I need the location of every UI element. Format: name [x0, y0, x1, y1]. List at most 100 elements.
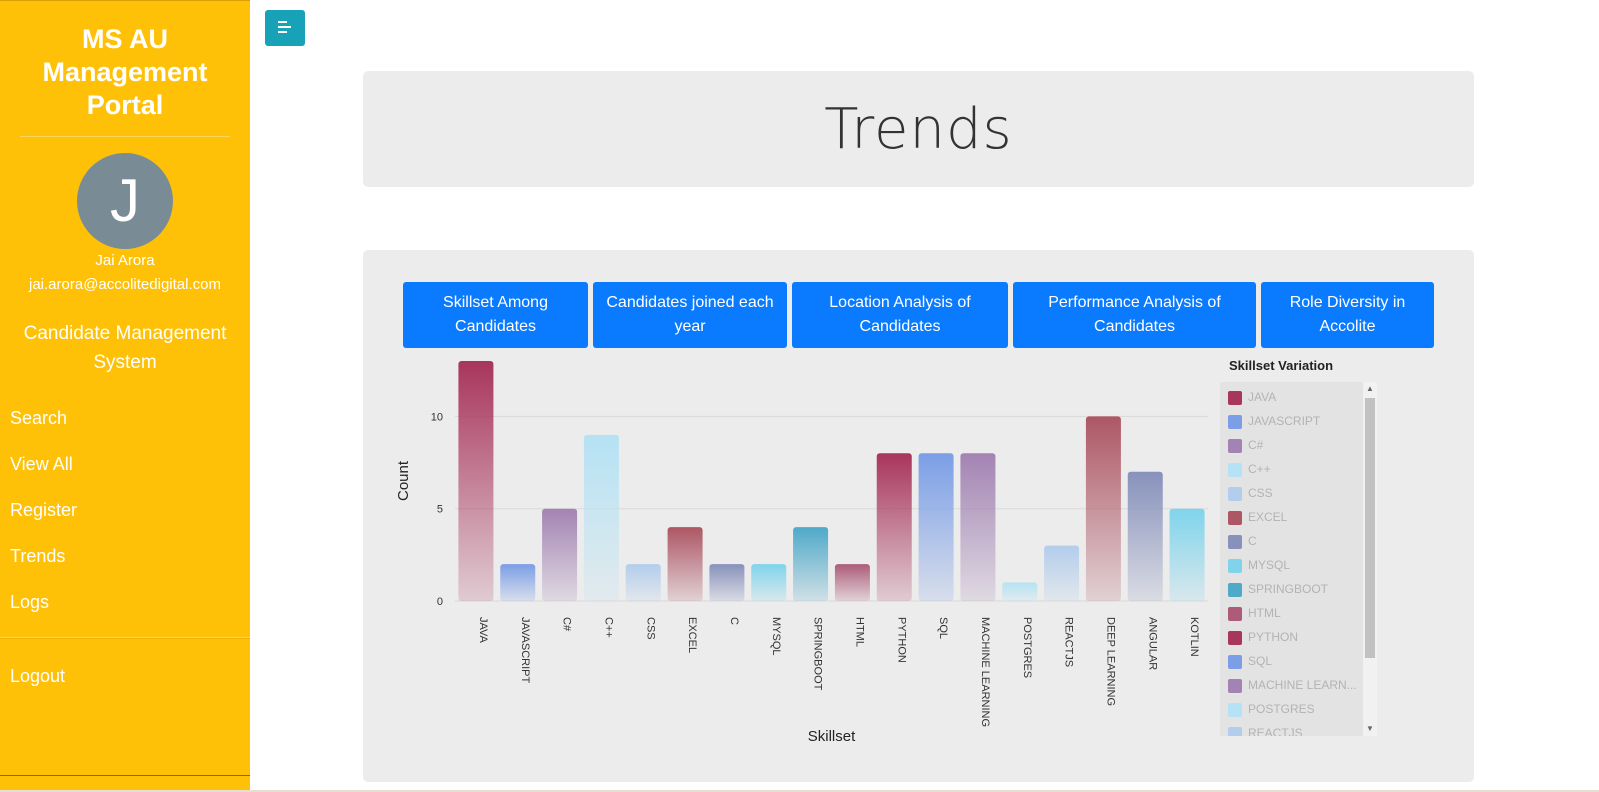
scroll-down-icon[interactable]: ▼	[1363, 722, 1377, 736]
legend-label: CSS	[1248, 486, 1273, 500]
x-tick-label: PYTHON	[895, 617, 907, 663]
legend-swatch	[1228, 463, 1242, 477]
page-header: Trends	[363, 71, 1474, 187]
bar-java[interactable]	[458, 361, 494, 601]
nav-item-register[interactable]: Register	[0, 487, 250, 533]
x-tick-label: POSTGRES	[1021, 617, 1033, 678]
sidebar-nav: Search View All Register Trends Logs	[0, 395, 250, 625]
x-tick-label: SQL	[937, 617, 949, 639]
x-tick-label: REACTJS	[1063, 617, 1075, 667]
sidebar-toggle-button[interactable]	[265, 10, 305, 46]
bar-postgres[interactable]	[1002, 582, 1038, 601]
legend-swatch	[1228, 703, 1242, 717]
legend-label: C	[1248, 534, 1257, 548]
legend-label: MYSQL	[1248, 558, 1291, 572]
x-tick-label: MYSQL	[770, 617, 782, 656]
legend-swatch	[1228, 415, 1242, 429]
scroll-up-icon[interactable]: ▲	[1363, 382, 1377, 396]
legend-item[interactable]: C	[1220, 530, 1360, 554]
legend-item[interactable]: HTML	[1220, 602, 1360, 626]
bar-css[interactable]	[625, 564, 661, 601]
x-tick-label: CSS	[644, 617, 656, 640]
user-name: Jai Arora	[95, 252, 155, 269]
nav-item-logs[interactable]: Logs	[0, 579, 250, 625]
bar-reactjs[interactable]	[1044, 545, 1080, 601]
logout-link[interactable]: Logout	[0, 653, 250, 699]
legend-item[interactable]: CSS	[1220, 482, 1360, 506]
legend-swatch	[1228, 655, 1242, 669]
x-tick-label: SPRINGBOOT	[812, 617, 824, 691]
legend-label: JAVA	[1248, 390, 1277, 404]
bar-sql[interactable]	[918, 453, 954, 601]
legend-label: PYTHON	[1248, 630, 1299, 644]
legend-scrollbar[interactable]: ▲ ▼	[1363, 382, 1377, 736]
legend-item[interactable]: JAVA	[1220, 386, 1360, 410]
nav-item-search[interactable]: Search	[0, 395, 250, 441]
bar-deep-learning[interactable]	[1085, 416, 1121, 601]
legend-item[interactable]: C++	[1220, 458, 1360, 482]
x-tick-label: C	[728, 617, 740, 625]
y-tick-label: 10	[431, 411, 443, 423]
legend-item[interactable]: MACHINE LEARN...	[1220, 674, 1360, 698]
x-tick-label: KOTLIN	[1188, 617, 1200, 657]
divider	[20, 136, 230, 137]
legend-swatch	[1228, 535, 1242, 549]
x-tick-label: JAVASCRIPT	[519, 617, 531, 683]
legend-label: C#	[1248, 438, 1264, 452]
legend-list: JAVA JAVASCRIPT C# C++ CSS EXCEL C MYSQL SPRINGB…	[1220, 382, 1360, 736]
nav-item-view-all[interactable]: View All	[0, 441, 250, 487]
x-tick-label: EXCEL	[686, 617, 698, 653]
x-tick-label: MACHINE LEARNING	[979, 617, 991, 727]
bar-html[interactable]	[834, 564, 870, 601]
bar-kotlin[interactable]	[1169, 508, 1205, 601]
nav-item-trends[interactable]: Trends	[0, 533, 250, 579]
legend-item[interactable]: PYTHON	[1220, 626, 1360, 650]
bar-angular[interactable]	[1127, 471, 1163, 601]
legend-item[interactable]: POSTGRES	[1220, 698, 1360, 722]
section-title: Candidate Management System	[23, 323, 227, 373]
legend-swatch	[1228, 511, 1242, 525]
bar-c-[interactable]	[583, 434, 619, 601]
y-tick-label: 5	[437, 504, 443, 516]
legend-label: MACHINE LEARN...	[1248, 678, 1357, 692]
legend-item[interactable]: C#	[1220, 434, 1360, 458]
sidebar: MS AU Management Portal J Jai Arora jai.…	[0, 0, 250, 790]
x-tick-label: C#	[561, 617, 573, 632]
trends-panel: Skillset Among Candidates Candidates joi…	[363, 250, 1474, 782]
tab-role-diversity[interactable]: Role Diversity in Accolite	[1261, 282, 1434, 348]
user-email: jai.arora@accolitedigital.com	[29, 276, 221, 293]
legend-label: HTML	[1248, 606, 1281, 620]
legend-label: JAVASCRIPT	[1248, 414, 1321, 428]
legend-swatch	[1228, 607, 1242, 621]
bar-c[interactable]	[709, 564, 745, 601]
bar-mysql[interactable]	[751, 564, 787, 601]
legend-item[interactable]: EXCEL	[1220, 506, 1360, 530]
scroll-thumb[interactable]	[1365, 398, 1375, 658]
legend-swatch	[1228, 439, 1242, 453]
legend-label: SQL	[1248, 654, 1273, 668]
legend-label: C++	[1248, 462, 1271, 476]
legend-item[interactable]: SPRINGBOOT	[1220, 578, 1360, 602]
x-tick-label: DEEP LEARNING	[1104, 617, 1116, 706]
legend-label: REACTJS	[1248, 726, 1303, 736]
x-tick-label: C++	[602, 617, 614, 638]
legend-item[interactable]: SQL	[1220, 650, 1360, 674]
bar-machine-learning[interactable]	[960, 453, 996, 601]
x-axis-label: Skillset	[808, 728, 856, 745]
page-title: Trends	[824, 97, 1013, 162]
legend-swatch	[1228, 727, 1242, 736]
bar-javascript[interactable]	[500, 564, 536, 601]
legend-item[interactable]: MYSQL	[1220, 554, 1360, 578]
y-tick-label: 0	[437, 596, 443, 608]
bar-python[interactable]	[876, 453, 912, 601]
legend-swatch	[1228, 391, 1242, 405]
legend-item[interactable]: JAVASCRIPT	[1220, 410, 1360, 434]
bar-springboot[interactable]	[793, 527, 829, 601]
legend-swatch	[1228, 679, 1242, 693]
bar-excel[interactable]	[667, 527, 703, 601]
bar-c-[interactable]	[542, 508, 578, 601]
legend-item[interactable]: REACTJS	[1220, 722, 1360, 736]
legend-swatch	[1228, 631, 1242, 645]
legend-label: POSTGRES	[1248, 702, 1315, 716]
legend-title: Skillset Variation	[1229, 358, 1334, 373]
